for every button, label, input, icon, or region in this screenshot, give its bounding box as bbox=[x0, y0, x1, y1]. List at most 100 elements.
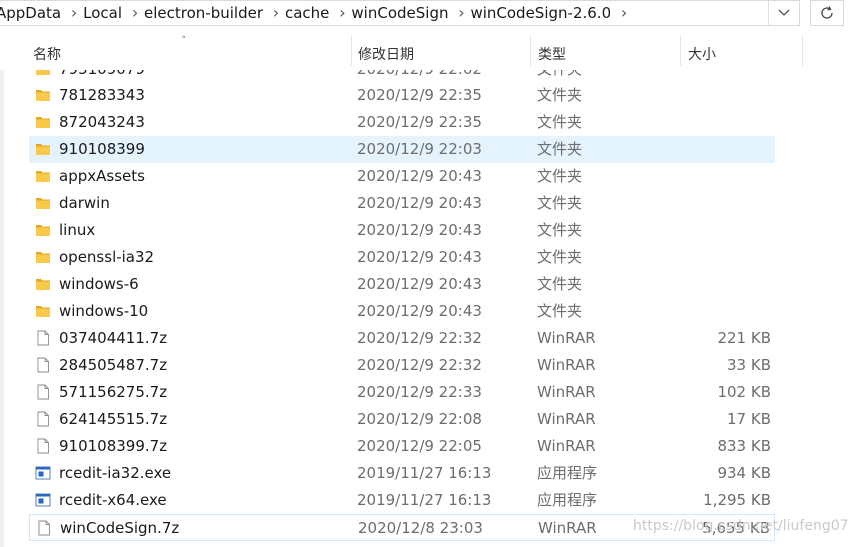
scrollbar-track[interactable] bbox=[0, 70, 4, 547]
list-item[interactable]: 624145515.7z 2020/12/9 22:08 WinRAR 17 KB bbox=[29, 406, 775, 433]
list-item[interactable]: linux 2020/12/9 20:43 文件夹 bbox=[29, 217, 775, 244]
file-size: 934 KB bbox=[717, 464, 771, 482]
address-bar: AppData Local electron-builder cache win… bbox=[0, 0, 852, 33]
breadcrumb-local[interactable]: Local bbox=[83, 1, 126, 25]
file-name: appxAssets bbox=[59, 167, 145, 185]
list-item[interactable]: appxAssets 2020/12/9 20:43 文件夹 bbox=[29, 163, 775, 190]
list-item[interactable]: windows-10 2020/12/9 20:43 文件夹 bbox=[29, 298, 775, 325]
folder-icon bbox=[36, 117, 50, 128]
file-type: 应用程序 bbox=[537, 464, 598, 482]
file-list[interactable]: 795109079 2020/12/9 22:02 文件夹 7812833432… bbox=[0, 70, 852, 547]
file-name: 037404411.7z bbox=[59, 329, 168, 347]
list-item[interactable]: 781283343 2020/12/9 22:35 文件夹 bbox=[29, 82, 775, 109]
file-date: 2020/12/9 20:43 bbox=[357, 248, 482, 266]
chevron-right-icon[interactable] bbox=[267, 1, 285, 25]
folder-icon bbox=[36, 171, 50, 182]
file-name: 571156275.7z bbox=[59, 383, 168, 401]
chevron-right-icon[interactable] bbox=[126, 1, 144, 25]
file-name: 872043243 bbox=[59, 113, 145, 131]
list-item[interactable]: darwin 2020/12/9 20:43 文件夹 bbox=[29, 190, 775, 217]
file-icon bbox=[37, 384, 49, 400]
folder-icon bbox=[36, 198, 50, 209]
breadcrumb-cache[interactable]: cache bbox=[285, 1, 333, 25]
file-type: WinRAR bbox=[538, 519, 597, 537]
column-name[interactable]: 名称 bbox=[27, 32, 351, 70]
list-item[interactable]: 910108399.7z 2020/12/9 22:05 WinRAR 833 KB bbox=[29, 433, 775, 460]
breadcrumb[interactable]: AppData Local electron-builder cache win… bbox=[0, 0, 800, 26]
file-size bbox=[691, 109, 771, 136]
column-size[interactable]: 大小 bbox=[682, 32, 802, 70]
file-size bbox=[691, 163, 771, 190]
file-date: 2019/11/27 16:13 bbox=[357, 491, 492, 509]
breadcrumb-wincodesign[interactable]: winCodeSign bbox=[351, 1, 452, 25]
list-item[interactable]: rcedit-x64.exe 2019/11/27 16:13 应用程序 1,295 … bbox=[29, 487, 775, 514]
file-date: 2020/12/8 23:03 bbox=[358, 519, 483, 537]
chevron-right-icon[interactable] bbox=[65, 1, 83, 25]
list-item[interactable]: 571156275.7z 2020/12/9 22:33 WinRAR 102 KB bbox=[29, 379, 775, 406]
list-item[interactable]: rcedit-ia32.exe 2019/11/27 16:13 应用程序 934 K… bbox=[29, 460, 775, 487]
breadcrumb-wincodesign-260[interactable]: winCodeSign-2.6.0 bbox=[470, 1, 615, 25]
file-name: 624145515.7z bbox=[59, 410, 168, 428]
column-type[interactable]: 类型 bbox=[532, 32, 680, 70]
list-item[interactable]: 872043243 2020/12/9 22:35 文件夹 bbox=[29, 109, 775, 136]
file-type: 文件夹 bbox=[537, 140, 583, 158]
file-type: WinRAR bbox=[537, 410, 596, 428]
list-item[interactable]: 910108399 2020/12/9 22:03 文件夹 bbox=[29, 136, 775, 163]
file-date: 2020/12/9 20:43 bbox=[357, 167, 482, 185]
breadcrumb-electron-builder[interactable]: electron-builder bbox=[144, 1, 267, 25]
file-type: 文件夹 bbox=[537, 86, 583, 104]
column-divider[interactable] bbox=[530, 36, 531, 66]
column-date[interactable]: 修改日期 bbox=[352, 32, 530, 70]
column-divider[interactable] bbox=[680, 36, 681, 66]
folder-icon bbox=[36, 70, 50, 75]
file-date: 2020/12/9 22:33 bbox=[357, 383, 482, 401]
file-size: 1,295 KB bbox=[703, 491, 771, 509]
file-size bbox=[691, 217, 771, 244]
address-dropdown-button[interactable] bbox=[768, 1, 799, 25]
breadcrumb-appdata[interactable]: AppData bbox=[0, 1, 65, 25]
list-item[interactable]: 284505487.7z 2020/12/9 22:32 WinRAR 33 KB bbox=[29, 352, 775, 379]
file-type: 文件夹 bbox=[537, 275, 583, 293]
file-name: openssl-ia32 bbox=[59, 248, 155, 266]
file-date: 2020/12/9 22:32 bbox=[357, 329, 482, 347]
file-name: darwin bbox=[59, 194, 110, 212]
column-divider[interactable] bbox=[802, 36, 803, 66]
file-type: 文件夹 bbox=[537, 302, 583, 320]
refresh-button[interactable] bbox=[810, 0, 844, 26]
file-type: 文件夹 bbox=[537, 167, 583, 185]
column-header: 名称 修改日期 类型 大小 bbox=[0, 32, 852, 70]
folder-icon bbox=[36, 252, 50, 263]
file-name: linux bbox=[59, 221, 96, 239]
list-item[interactable]: windows-6 2020/12/9 20:43 文件夹 bbox=[29, 271, 775, 298]
file-type: WinRAR bbox=[537, 437, 596, 455]
file-type: 文件夹 bbox=[537, 113, 583, 131]
file-date: 2020/12/9 20:43 bbox=[357, 194, 482, 212]
refresh-icon bbox=[821, 6, 833, 19]
file-date: 2020/12/9 22:35 bbox=[357, 86, 482, 104]
file-date: 2020/12/9 20:43 bbox=[357, 302, 482, 320]
file-icon bbox=[37, 357, 49, 373]
file-date: 2019/11/27 16:13 bbox=[357, 464, 492, 482]
application-icon bbox=[35, 493, 51, 507]
file-type: 应用程序 bbox=[537, 491, 598, 509]
chevron-right-icon[interactable] bbox=[615, 1, 633, 25]
file-size: 17 KB bbox=[727, 410, 771, 428]
file-size: 102 KB bbox=[717, 383, 771, 401]
file-icon bbox=[38, 520, 50, 536]
chevron-right-icon[interactable] bbox=[452, 1, 470, 25]
chevron-down-icon bbox=[778, 9, 790, 16]
folder-icon bbox=[36, 144, 50, 155]
watermark: https://blog.csdn.net/liufeng07 bbox=[633, 518, 849, 534]
file-name: windows-6 bbox=[59, 275, 139, 293]
list-item[interactable]: 037404411.7z 2020/12/9 22:32 WinRAR 221 KB bbox=[29, 325, 775, 352]
file-size bbox=[691, 190, 771, 217]
file-date: 2020/12/9 22:32 bbox=[357, 356, 482, 374]
file-date: 2020/12/9 22:05 bbox=[357, 437, 482, 455]
file-date: 2020/12/9 22:08 bbox=[357, 410, 482, 428]
list-item[interactable]: openssl-ia32 2020/12/9 20:43 文件夹 bbox=[29, 244, 775, 271]
file-size bbox=[691, 136, 771, 163]
file-size bbox=[691, 82, 771, 109]
file-type: WinRAR bbox=[537, 356, 596, 374]
file-date: 2020/12/9 22:35 bbox=[357, 113, 482, 131]
chevron-right-icon[interactable] bbox=[333, 1, 351, 25]
